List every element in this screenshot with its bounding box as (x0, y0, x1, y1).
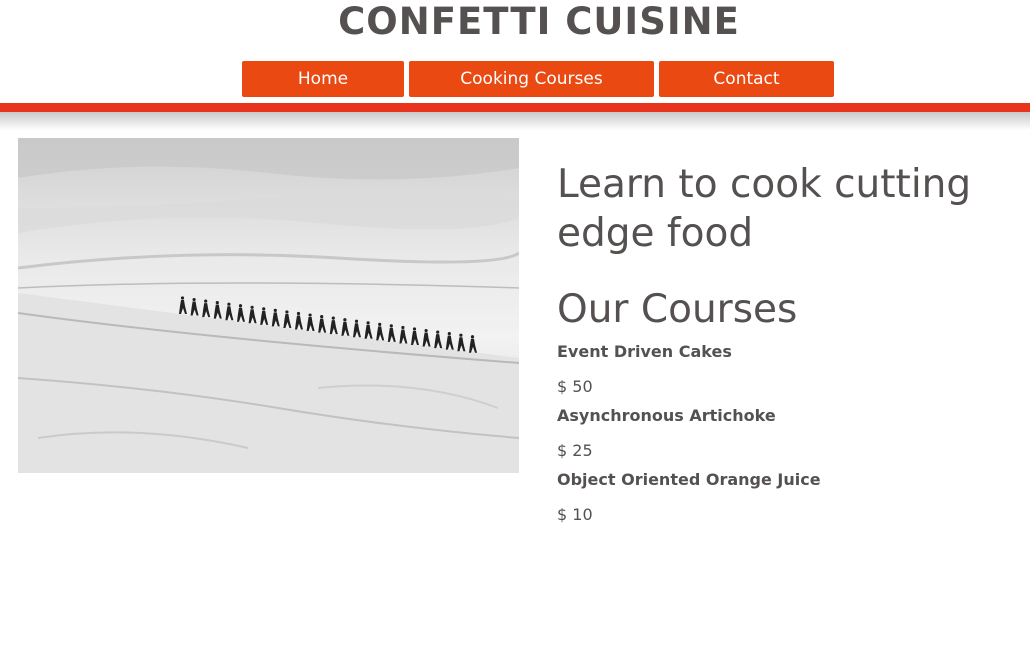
main-nav: Home Cooking Courses Contact (0, 61, 1030, 97)
list-item: Asynchronous Artichoke $ 25 (557, 406, 1017, 461)
course-name: Event Driven Cakes (557, 342, 732, 361)
course-price: $ 10 (557, 505, 593, 524)
main-content: Learn to cook cutting edge food Our Cour… (557, 160, 1017, 534)
hero-heading: Learn to cook cutting edge food (557, 162, 972, 256)
course-list: Event Driven Cakes $ 50 Asynchronous Art… (557, 342, 1017, 525)
nav-cooking-courses-button[interactable]: Cooking Courses (409, 61, 654, 97)
header-shadow (0, 112, 1030, 130)
course-price: $ 50 (557, 377, 593, 396)
header-accent-stripe (0, 103, 1030, 112)
hero-image (18, 138, 519, 473)
nav-contact-button[interactable]: Contact (659, 61, 834, 97)
snowfield-hikers-photo (18, 138, 519, 473)
site-title: CONFETTI CUISINE (338, 0, 740, 43)
site-header: CONFETTI CUISINE Home Cooking Courses Co… (0, 0, 1030, 103)
course-name: Asynchronous Artichoke (557, 406, 776, 425)
course-price: $ 25 (557, 441, 593, 460)
list-item: Event Driven Cakes $ 50 (557, 342, 1017, 397)
nav-home-button[interactable]: Home (242, 61, 404, 97)
list-item: Object Oriented Orange Juice $ 10 (557, 470, 1017, 525)
course-name: Object Oriented Orange Juice (557, 470, 821, 489)
courses-heading: Our Courses (557, 287, 798, 332)
